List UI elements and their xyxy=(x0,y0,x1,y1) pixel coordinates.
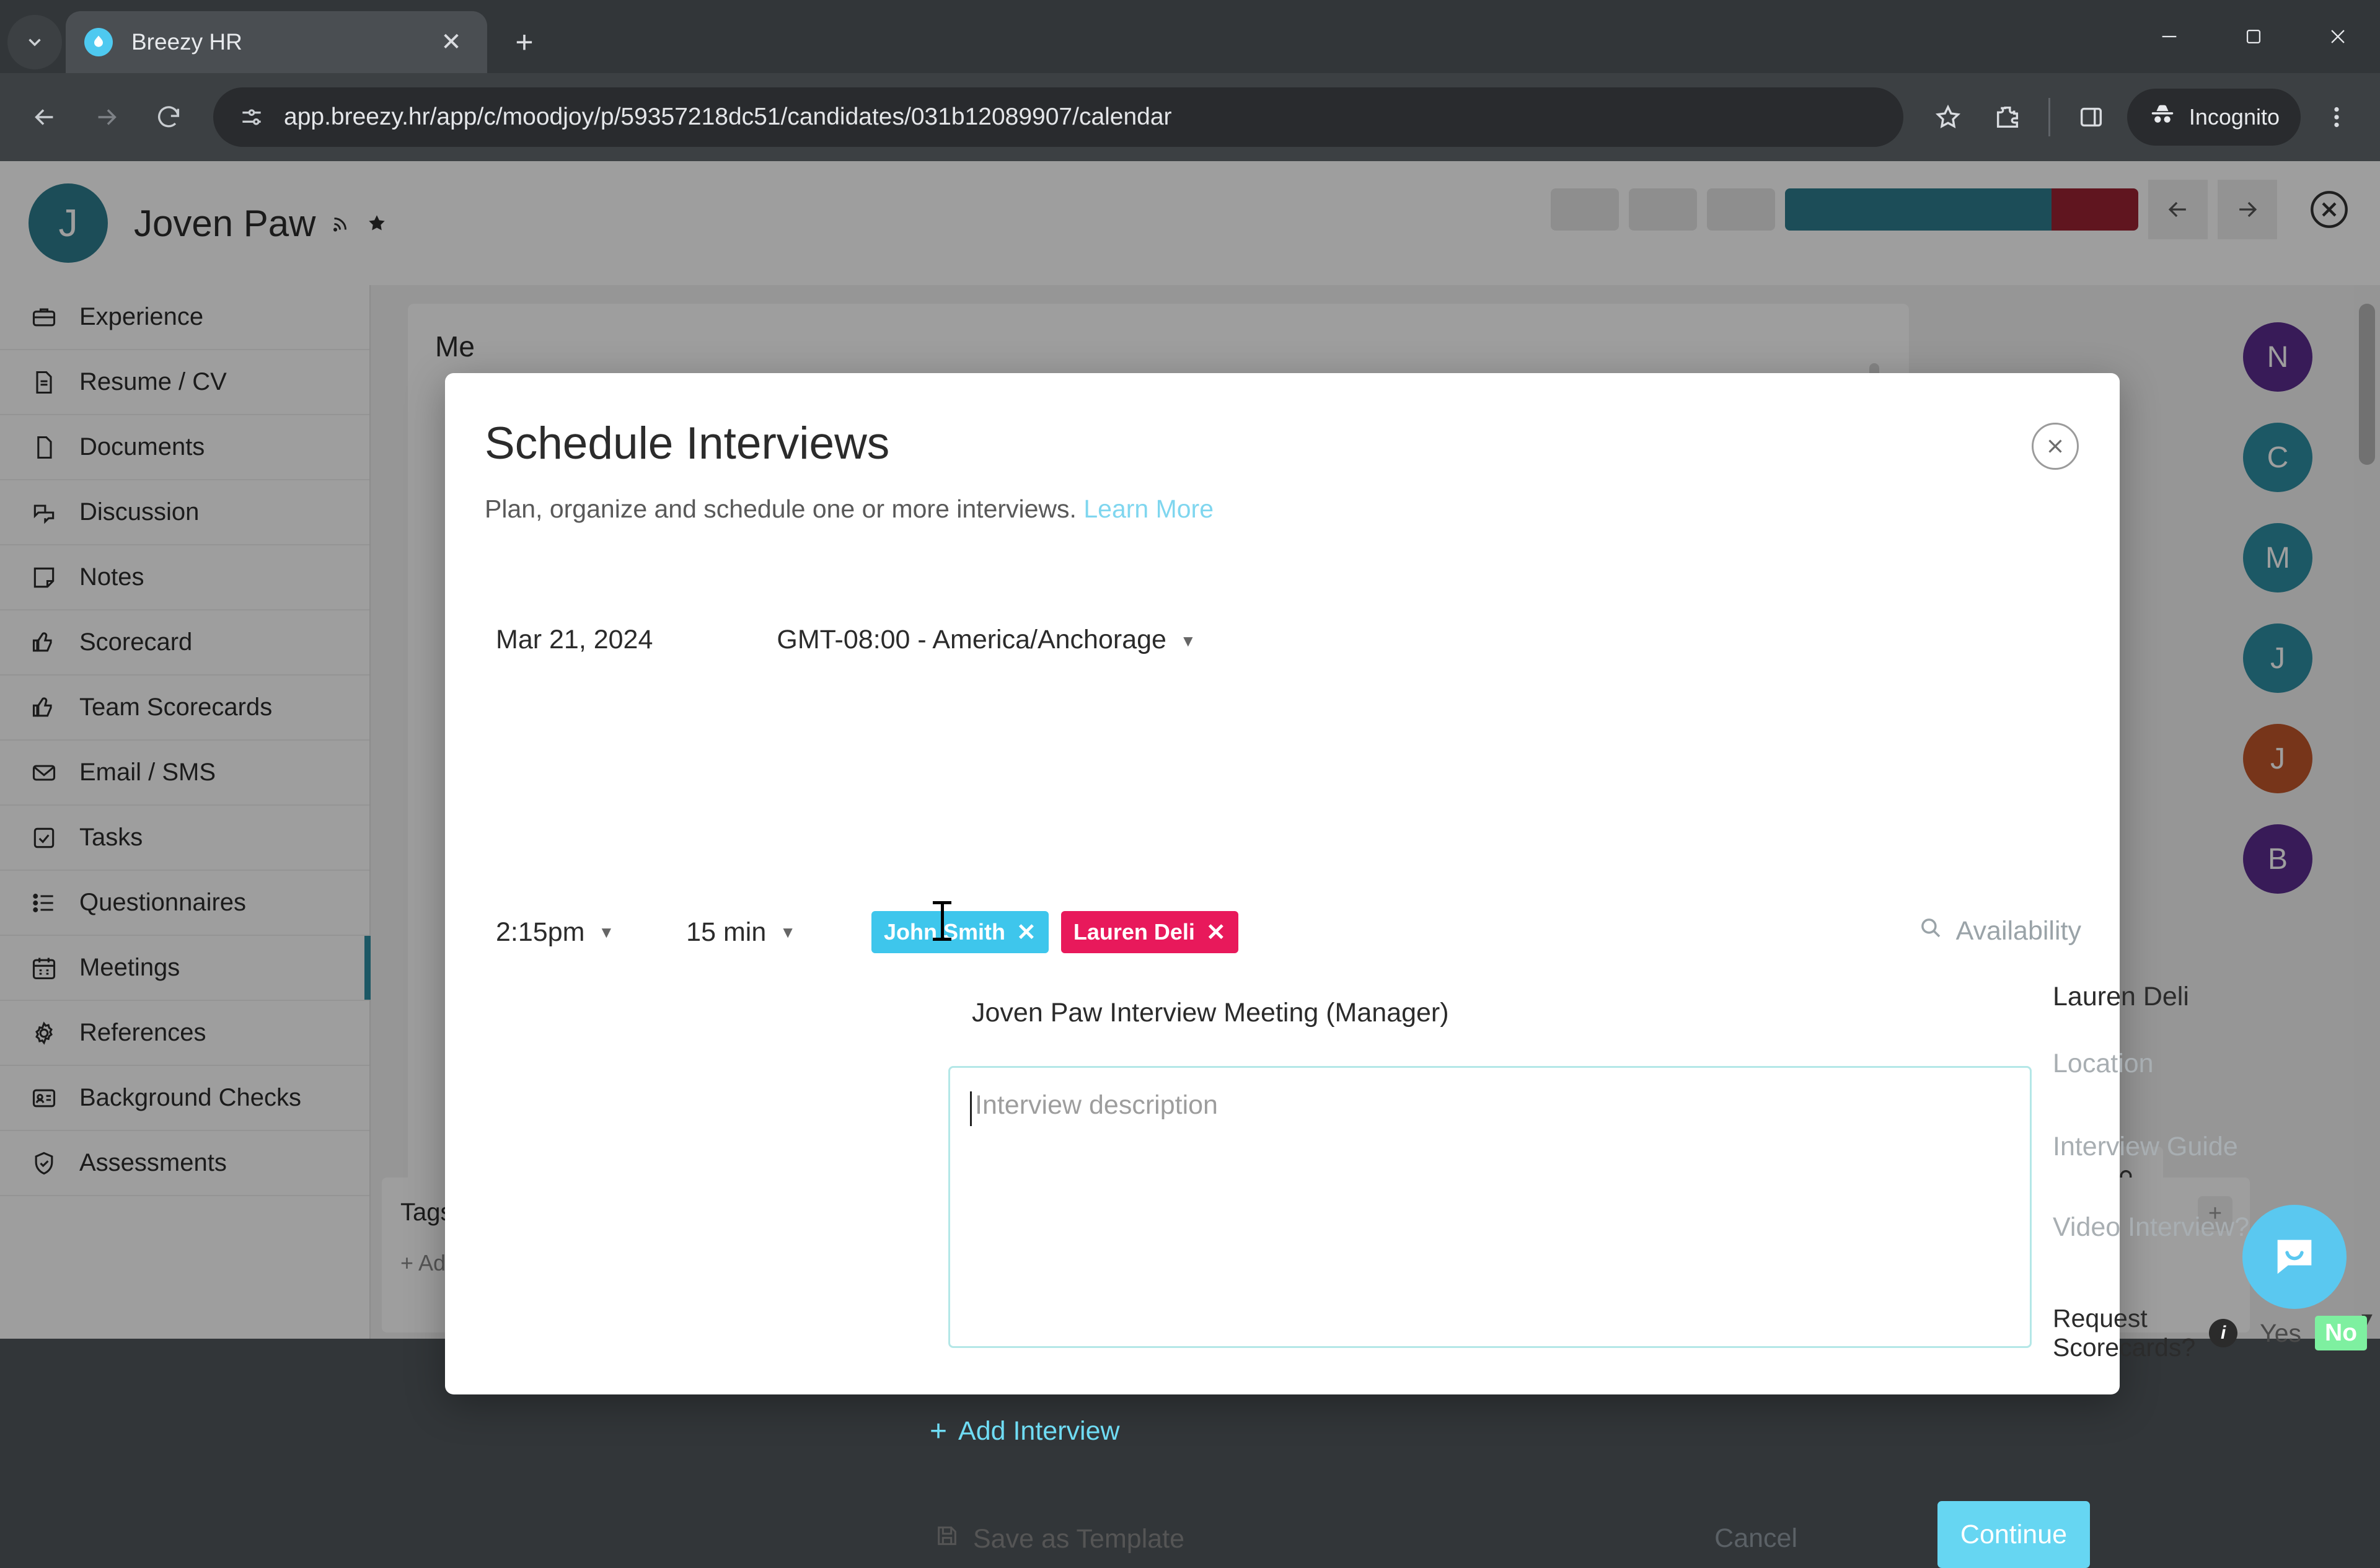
modal-title: Schedule Interviews xyxy=(485,418,889,469)
time-duration-attendees-row: 2:15pm ▼ 15 min ▼ John Smith ✕ Lauren Deli… xyxy=(496,911,1238,953)
info-icon[interactable]: i xyxy=(2209,1319,2237,1347)
minimize-icon[interactable] xyxy=(2127,0,2211,73)
incognito-profile-button[interactable]: Incognito xyxy=(2127,89,2301,146)
availability-label: Availability xyxy=(1956,916,2081,946)
save-icon xyxy=(935,1523,959,1555)
schedule-interviews-modal: Schedule Interviews Plan, organize and s… xyxy=(445,373,2120,1394)
timezone-value: GMT-08:00 - America/Anchorage xyxy=(777,625,1166,654)
location-placeholder: Location xyxy=(2053,1049,2154,1079)
interview-guide-select[interactable]: Interview Guide ▼ xyxy=(2053,1132,2380,1162)
scorecards-no-option[interactable]: No xyxy=(2315,1316,2367,1350)
timezone-select[interactable]: GMT-08:00 - America/Anchorage ▼ xyxy=(777,625,1196,655)
remove-attendee-icon[interactable]: ✕ xyxy=(1016,918,1036,946)
reload-icon[interactable] xyxy=(138,86,200,148)
side-panel-icon[interactable] xyxy=(2061,87,2121,147)
chevron-down-icon: ▼ xyxy=(598,923,614,942)
forward-arrow-icon xyxy=(76,86,138,148)
modal-subtitle-text: Plan, organize and schedule one or more … xyxy=(485,495,1077,523)
star-icon[interactable] xyxy=(1918,87,1978,147)
learn-more-link[interactable]: Learn More xyxy=(1083,495,1214,523)
attendee-name: Lauren Deli xyxy=(1073,919,1195,945)
browser-toolbar: app.breezy.hr/app/c/moodjoy/p/59357218dc… xyxy=(0,73,2380,161)
save-as-template-button[interactable]: Save as Template xyxy=(935,1523,1184,1555)
cancel-button[interactable]: Cancel xyxy=(1714,1523,1797,1554)
add-interview-label: Add Interview xyxy=(958,1416,1120,1447)
meeting-title-input[interactable]: Joven Paw Interview Meeting (Manager) xyxy=(972,998,1449,1028)
location-input[interactable]: Location xyxy=(2053,1049,2154,1079)
kebab-menu-icon[interactable] xyxy=(2307,87,2366,147)
close-icon[interactable] xyxy=(2296,0,2380,73)
chevron-down-icon: ▼ xyxy=(780,923,796,942)
extensions-icon[interactable] xyxy=(1978,87,2037,147)
interview-date[interactable]: Mar 21, 2024 xyxy=(496,625,653,655)
date-timezone-row: Mar 21, 2024 GMT-08:00 - America/Anchora… xyxy=(496,625,1196,655)
plus-icon: + xyxy=(930,1414,947,1448)
breezy-logo-icon xyxy=(84,28,113,56)
interview-description-textarea[interactable]: Interview description xyxy=(948,1066,2032,1348)
text-caret xyxy=(970,1091,972,1126)
save-as-template-label: Save as Template xyxy=(973,1524,1184,1554)
intercom-chat-icon[interactable] xyxy=(2242,1205,2347,1309)
tab-title: Breezy HR xyxy=(131,29,434,55)
interview-guide-placeholder: Interview Guide xyxy=(2053,1132,2238,1162)
back-arrow-icon[interactable] xyxy=(14,86,76,148)
tab-close-icon[interactable]: ✕ xyxy=(434,25,469,59)
attendee-chip[interactable]: John Smith ✕ xyxy=(871,911,1049,953)
scorecards-yes-option[interactable]: Yes xyxy=(2260,1319,2301,1348)
mouse-cursor-ibeam xyxy=(933,899,951,943)
attendee-chip[interactable]: Lauren Deli ✕ xyxy=(1061,911,1238,953)
chevron-down-icon: ▼ xyxy=(1180,632,1196,651)
tab-search-icon[interactable] xyxy=(7,15,62,69)
url-text: app.breezy.hr/app/c/moodjoy/p/59357218dc… xyxy=(284,104,1172,131)
incognito-icon xyxy=(2148,100,2177,134)
browser-tabstrip: Breezy HR ✕ + xyxy=(0,0,2380,73)
toolbar-divider xyxy=(2048,98,2050,136)
omnibox[interactable]: app.breezy.hr/app/c/moodjoy/p/59357218dc… xyxy=(213,87,1903,147)
interview-description-placeholder: Interview description xyxy=(975,1090,1218,1121)
browser-window: Breezy HR ✕ + xyxy=(0,0,2380,1339)
app-page: J Joven Paw xyxy=(0,161,2380,1339)
interviewer-select[interactable]: Lauren Deli ▼ i xyxy=(2053,982,2380,1012)
maximize-icon[interactable] xyxy=(2211,0,2296,73)
time-select[interactable]: 2:15pm ▼ xyxy=(496,917,614,948)
incognito-label: Incognito xyxy=(2189,104,2280,130)
continue-button[interactable]: Continue xyxy=(1937,1501,2090,1568)
remove-attendee-icon[interactable]: ✕ xyxy=(1206,918,1226,946)
interviewer-value: Lauren Deli xyxy=(2053,982,2189,1012)
site-settings-icon[interactable] xyxy=(236,101,268,133)
new-tab-button[interactable]: + xyxy=(502,20,547,64)
browser-tab[interactable]: Breezy HR ✕ xyxy=(66,11,487,73)
duration-value: 15 min xyxy=(686,917,766,948)
add-interview-button[interactable]: + Add Interview xyxy=(930,1414,1120,1448)
search-icon xyxy=(1918,915,1944,948)
availability-button[interactable]: Availability xyxy=(1918,915,2081,948)
modal-close-icon[interactable] xyxy=(2032,423,2079,470)
request-scorecards-row: Request Scorecards? i Yes No xyxy=(2053,1304,2367,1362)
modal-subtitle: Plan, organize and schedule one or more … xyxy=(485,495,1214,524)
window-controls xyxy=(2127,0,2380,73)
time-value: 2:15pm xyxy=(496,917,584,948)
duration-select[interactable]: 15 min ▼ xyxy=(686,917,796,948)
video-interview-placeholder: Video Interview? xyxy=(2053,1212,2249,1243)
request-scorecards-label: Request Scorecards? xyxy=(2053,1304,2195,1362)
